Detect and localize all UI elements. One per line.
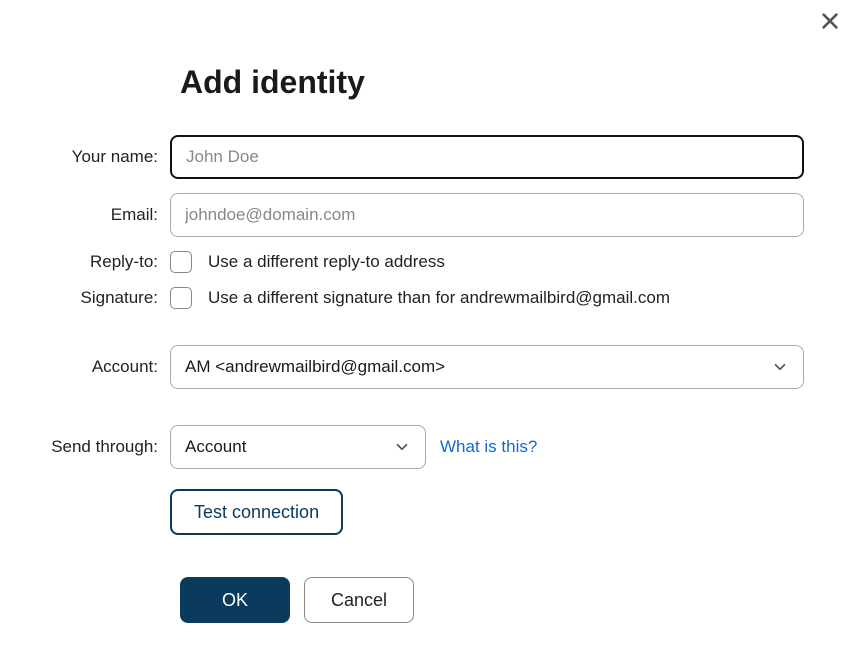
signature-checkbox[interactable] [170, 287, 192, 309]
send-through-select[interactable]: Account [170, 425, 426, 469]
account-selected-value: AM <andrewmailbird@gmail.com> [185, 357, 445, 377]
cancel-button[interactable]: Cancel [304, 577, 414, 623]
close-icon [819, 19, 841, 36]
chevron-down-icon [771, 358, 789, 376]
test-connection-button[interactable]: Test connection [170, 489, 343, 535]
ok-button[interactable]: OK [180, 577, 290, 623]
send-through-selected-value: Account [185, 437, 246, 457]
close-button[interactable] [819, 10, 841, 37]
account-select[interactable]: AM <andrewmailbird@gmail.com> [170, 345, 804, 389]
what-is-this-link[interactable]: What is this? [440, 437, 537, 457]
signature-label: Signature: [0, 288, 170, 308]
account-label: Account: [0, 357, 170, 377]
reply-to-label: Reply-to: [0, 252, 170, 272]
dialog-title: Add identity [180, 64, 857, 101]
signature-text: Use a different signature than for andre… [208, 288, 670, 308]
email-label: Email: [0, 205, 170, 225]
name-input[interactable] [170, 135, 804, 179]
reply-to-text: Use a different reply-to address [208, 252, 445, 272]
reply-to-checkbox[interactable] [170, 251, 192, 273]
chevron-down-icon [393, 438, 411, 456]
email-input[interactable] [170, 193, 804, 237]
name-label: Your name: [0, 147, 170, 167]
send-through-label: Send through: [0, 437, 170, 457]
